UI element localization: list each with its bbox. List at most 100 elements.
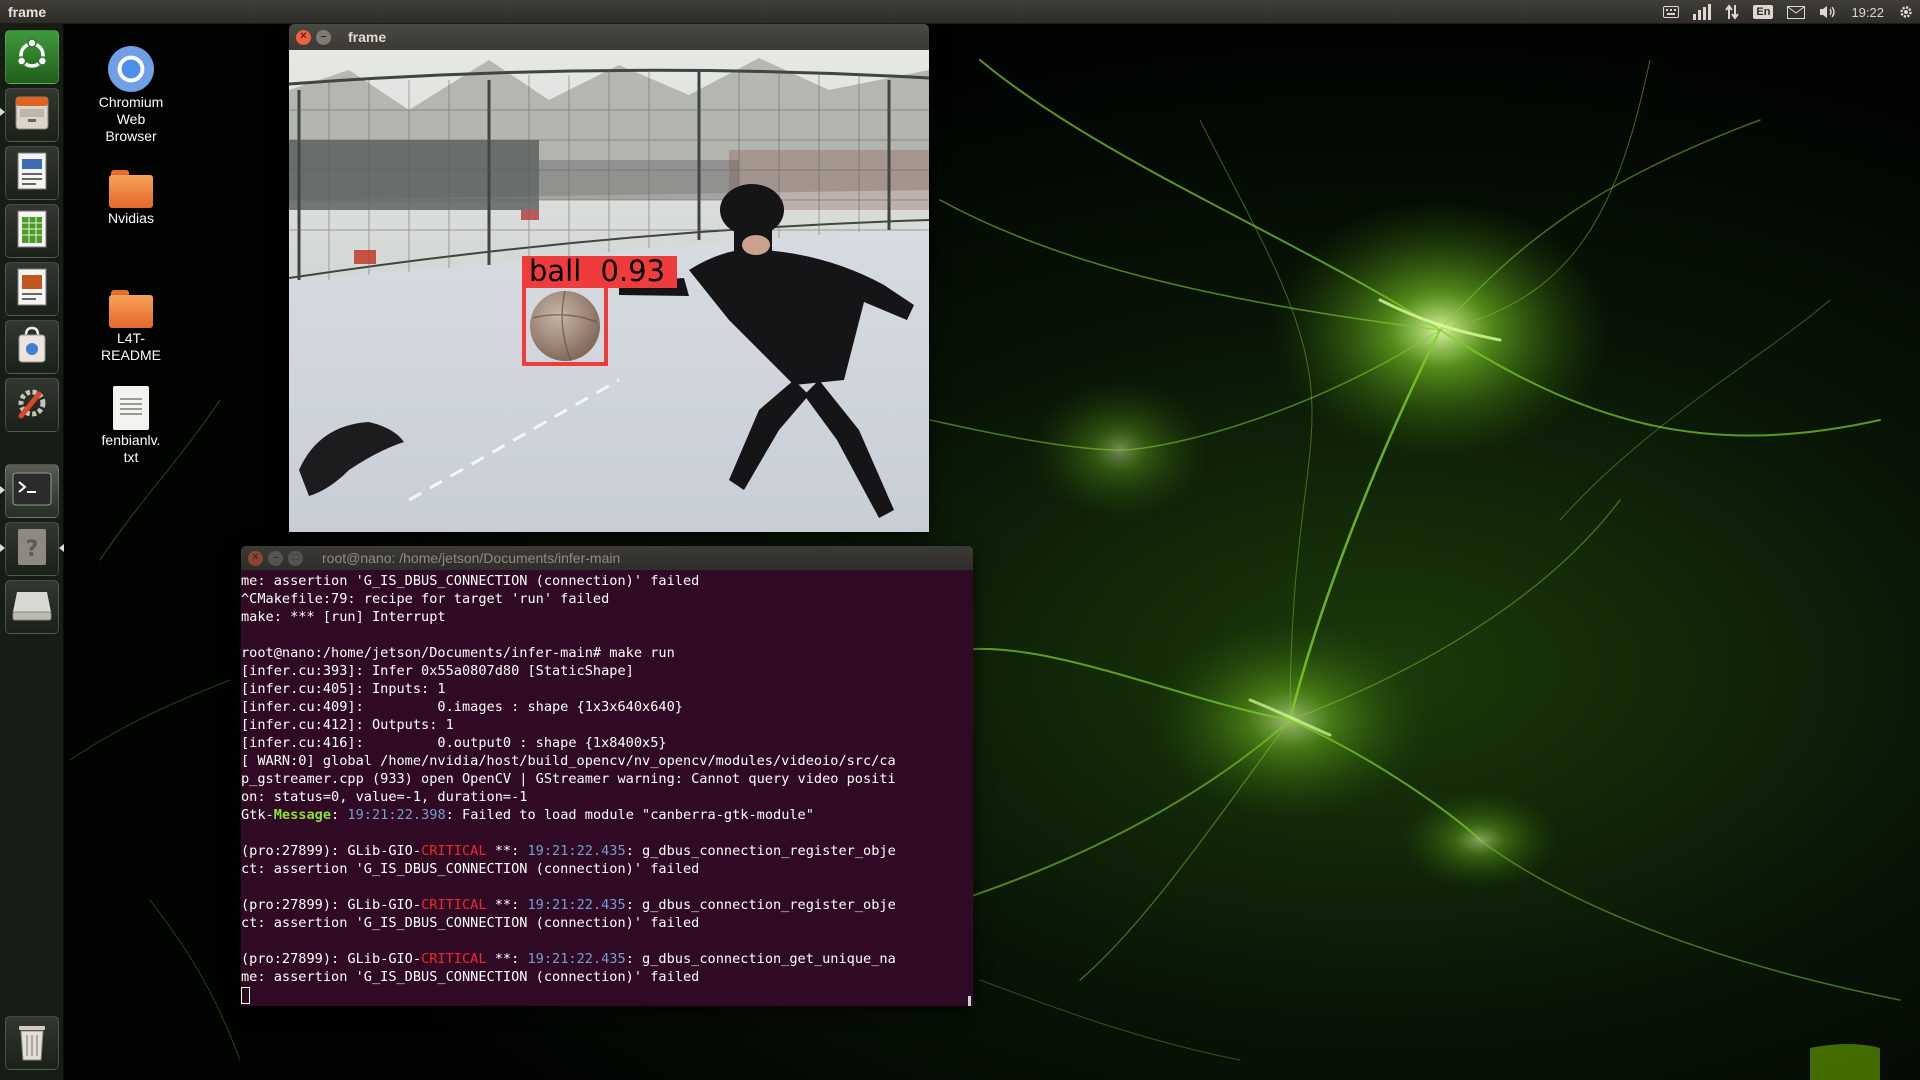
window-title: root@nano: /home/jetson/Documents/infer-…: [322, 550, 621, 566]
terminal-line: ct: assertion 'G_IS_DBUS_CONNECTION (con…: [241, 860, 973, 878]
close-button[interactable]: ✕: [248, 550, 263, 566]
terminal-text: [infer.cu:409]: 0.images : shape {1x3x64…: [241, 699, 683, 715]
launcher-help[interactable]: ?: [5, 522, 59, 576]
desktop-icon-nvidias[interactable]: Nvidias: [76, 170, 186, 227]
scrollbar[interactable]: [968, 996, 971, 1006]
terminal-text: ct: assertion 'G_IS_DBUS_CONNECTION (con…: [241, 861, 700, 877]
launcher-drive[interactable]: [5, 580, 59, 634]
terminal-text: CRITICAL: [421, 897, 487, 913]
terminal-text: [infer.cu:393]: Infer 0x55a0807d80 [Stat…: [241, 663, 634, 679]
launcher-dash[interactable]: [5, 30, 59, 84]
terminal-text: [infer.cu:405]: Inputs: 1: [241, 681, 446, 697]
terminal-text: : g_dbus_connection_register_obje: [625, 897, 896, 913]
minimize-icon: –: [272, 552, 279, 563]
terminal-text: **:: [486, 897, 528, 913]
desktop-icon-label: L4T- README: [101, 330, 161, 363]
maximize-icon: □: [292, 552, 299, 563]
terminal-text: p_gstreamer.cpp (933) open OpenCV | GStr…: [241, 771, 896, 787]
terminal-text: **:: [486, 843, 528, 859]
terminal-text: me: assertion 'G_IS_DBUS_CONNECTION (con…: [241, 969, 700, 985]
frame-window[interactable]: ✕ – frame ball 0.93: [289, 24, 929, 532]
system-tray: En 19:22: [1663, 0, 1914, 24]
terminal-text: [ WARN:0] global /home/nvidia/host/build…: [241, 753, 896, 769]
question-icon: ?: [14, 527, 50, 572]
launcher-settings[interactable]: [5, 378, 59, 432]
document-icon: [14, 151, 50, 196]
terminal-text: : g_dbus_connection_get_unique_na: [625, 951, 896, 967]
terminal-text: on: status=0, value=-1, duration=-1: [241, 789, 528, 805]
wrench-icon: [13, 384, 51, 427]
launcher: ?: [0, 24, 64, 1080]
transfer-icon[interactable]: [1725, 4, 1740, 20]
launcher-trash[interactable]: [5, 1016, 59, 1070]
terminal-text: CRITICAL: [421, 843, 487, 859]
trash-icon: [15, 1020, 49, 1067]
terminal-text: : g_dbus_connection_register_obje: [625, 843, 896, 859]
terminal-text: Gtk-: [241, 807, 274, 823]
terminal-text: **:: [486, 951, 528, 967]
terminal-output[interactable]: me: assertion 'G_IS_DBUS_CONNECTION (con…: [241, 570, 973, 1006]
launcher-files[interactable]: [5, 88, 59, 142]
terminal-line: make: *** [run] Interrupt: [241, 608, 973, 626]
language-indicator[interactable]: En: [1753, 5, 1774, 19]
frame-titlebar[interactable]: ✕ – frame: [289, 24, 929, 50]
terminal-text: (pro:27899): GLib-GIO-: [241, 897, 422, 913]
terminal-line: p_gstreamer.cpp (933) open OpenCV | GStr…: [241, 770, 973, 788]
terminal-text: 19:21:22.435: [527, 843, 626, 859]
terminal-line: root@nano:/home/jetson/Documents/infer-m…: [241, 644, 973, 662]
text-cursor: [241, 986, 250, 1004]
gear-icon[interactable]: [1898, 4, 1914, 20]
terminal-line: me: assertion 'G_IS_DBUS_CONNECTION (con…: [241, 572, 973, 590]
terminal-text: ^CMakefile:79: recipe for target 'run' f…: [241, 591, 610, 607]
desktop-icon-l4t-readme[interactable]: L4T- README: [76, 290, 186, 364]
terminal-text: : Failed to load module "canberra-gtk-mo…: [445, 807, 814, 823]
minimize-button[interactable]: –: [268, 550, 283, 566]
launcher-impress[interactable]: [5, 262, 59, 316]
launcher-terminal[interactable]: [5, 464, 59, 518]
launcher-software[interactable]: [5, 320, 59, 374]
desktop-icon-chromium[interactable]: Chromium Web Browser: [76, 46, 186, 145]
ubuntu-icon: [15, 37, 49, 77]
terminal-window[interactable]: ✕ – □ root@nano: /home/jetson/Documents/…: [241, 546, 973, 1006]
close-button[interactable]: ✕: [296, 29, 311, 45]
launcher-writer[interactable]: [5, 146, 59, 200]
terminal-text: Message: [273, 807, 332, 823]
terminal-line: [infer.cu:412]: Outputs: 1: [241, 716, 973, 734]
focused-indicator: [59, 544, 64, 552]
terminal-line: ^CMakefile:79: recipe for target 'run' f…: [241, 590, 973, 608]
terminal-line: [infer.cu:393]: Infer 0x55a0807d80 [Stat…: [241, 662, 973, 680]
minimize-button[interactable]: –: [316, 29, 331, 45]
shopping-bag-icon: [14, 325, 50, 370]
desktop-icon-fenbianlv[interactable]: fenbianlv. txt: [76, 386, 186, 466]
maximize-button[interactable]: □: [288, 550, 303, 566]
desktop-icon-label: Chromium Web Browser: [98, 94, 164, 144]
minimize-icon: –: [320, 31, 327, 42]
terminal-titlebar[interactable]: ✕ – □ root@nano: /home/jetson/Documents/…: [241, 546, 973, 570]
drive-icon: [11, 588, 53, 627]
clock[interactable]: 19:22: [1851, 5, 1884, 20]
folder-icon: [109, 290, 153, 328]
keyboard-icon[interactable]: [1663, 6, 1680, 18]
camera-image: ball 0.93: [289, 50, 929, 532]
presentation-icon: [14, 267, 50, 312]
terminal-text: :: [331, 807, 348, 823]
text-file-icon: [113, 386, 149, 430]
mail-icon[interactable]: [1787, 5, 1806, 19]
terminal-line: [infer.cu:405]: Inputs: 1: [241, 680, 973, 698]
terminal-line: (pro:27899): GLib-GIO-CRITICAL **: 19:21…: [241, 842, 973, 860]
terminal-line: me: assertion 'G_IS_DBUS_CONNECTION (con…: [241, 968, 973, 986]
terminal-text: [infer.cu:412]: Outputs: 1: [241, 717, 454, 733]
terminal-text: root@nano:/home/jetson/Documents/infer-m…: [241, 645, 675, 661]
terminal-text: me: assertion 'G_IS_DBUS_CONNECTION (con…: [241, 573, 700, 589]
close-icon: ✕: [251, 552, 260, 563]
terminal-text: CRITICAL: [421, 951, 487, 967]
network-icon[interactable]: [1693, 4, 1712, 20]
launcher-calc[interactable]: [5, 204, 59, 258]
volume-icon[interactable]: [1819, 5, 1837, 19]
folder-icon: [109, 170, 153, 208]
terminal-line: (pro:27899): GLib-GIO-CRITICAL **: 19:21…: [241, 896, 973, 914]
chromium-icon: [108, 46, 154, 92]
